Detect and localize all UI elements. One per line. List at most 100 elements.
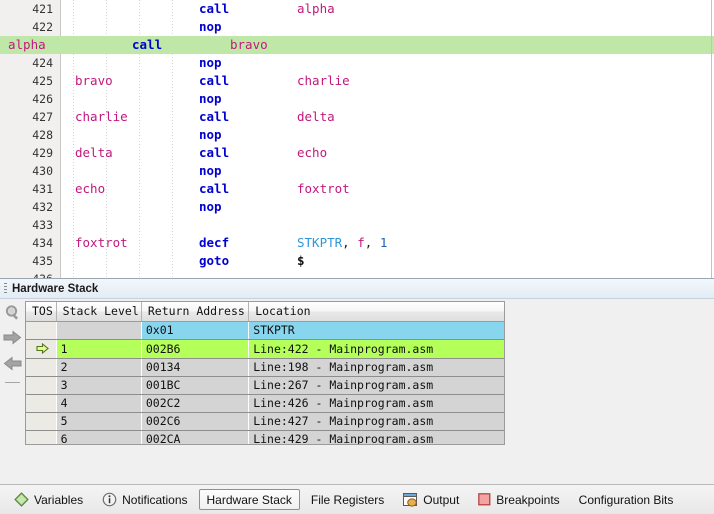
breakpoint-icon (478, 493, 491, 506)
code-line[interactable]: call alpha (67, 0, 714, 18)
cell-tos (26, 339, 57, 359)
code-operand: $ (297, 253, 305, 268)
right-margin-guide (711, 0, 712, 278)
panel-title: Hardware Stack (12, 282, 99, 295)
code-line[interactable]: foxtrot decf STKPTR, f, 1 (67, 234, 714, 252)
cell-tos (26, 394, 57, 413)
table-row[interactable]: 2 00134 Line:198 - Mainprogram.asm (26, 358, 504, 377)
code-mnemonic: nop (199, 127, 222, 142)
cell-location: Line:426 - Mainprogram.asm (248, 394, 504, 413)
code-line[interactable]: nop (67, 126, 714, 144)
table-row[interactable]: 4 002C2 Line:426 - Mainprogram.asm (26, 394, 504, 413)
hardware-stack-table[interactable]: TOS Stack Level Return Address Location … (26, 302, 504, 444)
code-mnemonic: nop (199, 163, 222, 178)
hardware-stack-titlebar[interactable]: Hardware Stack (0, 279, 714, 299)
code-mnemonic: nop (199, 19, 222, 34)
code-operand: delta (297, 109, 335, 124)
cell-location: STKPTR (248, 321, 504, 340)
column-header-return-address[interactable]: Return Address (141, 302, 250, 322)
ide-window: 421 422 424 425 426 427 428 429 430 431 432 433 434 4… (0, 0, 714, 514)
line-number: 421 (32, 2, 53, 16)
column-header-stack-level[interactable]: Stack Level (56, 302, 142, 322)
cell-tos (26, 412, 57, 431)
code-operand: bravo (230, 37, 268, 52)
code-label: delta (75, 145, 113, 160)
code-line[interactable]: goto $ (67, 252, 714, 270)
code-line[interactable]: nop (67, 162, 714, 180)
code-mnemonic: call (199, 1, 230, 16)
code-mnemonic: call (199, 73, 230, 88)
line-number: 436 (0, 270, 60, 278)
tab-breakpoints[interactable]: Breakpoints (470, 489, 567, 510)
cell-location: Line:429 - Mainprogram.asm (248, 430, 504, 444)
line-number: 433 (32, 218, 53, 232)
column-header-tos[interactable]: TOS (26, 302, 57, 322)
step-back-icon[interactable] (0, 351, 25, 377)
table-row[interactable]: 0x01 STKPTR (26, 321, 504, 340)
code-line[interactable]: nop (67, 18, 714, 36)
code-operand: charlie (297, 73, 350, 88)
cell-stack-level: 6 (56, 430, 142, 444)
hardware-stack-body: TOS Stack Level Return Address Location … (0, 299, 714, 449)
diamond-icon (14, 492, 29, 507)
code-line[interactable]: nop (67, 90, 714, 108)
info-circle-icon (102, 492, 117, 507)
tab-configuration-bits[interactable]: Configuration Bits (571, 489, 682, 510)
code-mnemonic: call (199, 109, 230, 124)
code-mnemonic: nop (199, 55, 222, 70)
cell-location: Line:198 - Mainprogram.asm (248, 358, 504, 377)
cell-stack-level: 2 (56, 358, 142, 377)
code-label: alpha (8, 37, 46, 52)
cell-return-address: 002C6 (141, 412, 249, 431)
code-line[interactable]: charlie call delta (67, 108, 714, 126)
tab-output[interactable]: Output (395, 489, 467, 510)
cell-stack-level (56, 321, 142, 340)
code-mnemonic: nop (199, 91, 222, 106)
tab-hardware-stack[interactable]: Hardware Stack (198, 489, 300, 510)
line-number: 422 (32, 20, 53, 34)
tab-notifications[interactable]: Notifications (94, 489, 195, 510)
code-line[interactable]: nop (67, 198, 714, 216)
code-mnemonic: goto (199, 253, 230, 268)
line-number: 429 (32, 146, 53, 160)
cell-return-address: 00134 (141, 358, 249, 377)
tab-label: File Registers (310, 492, 385, 507)
cell-return-address: 002CA (141, 430, 249, 444)
cell-return-address: 001BC (141, 376, 249, 395)
code-line[interactable] (67, 216, 714, 234)
line-number: 435 (32, 254, 53, 268)
drag-grip-icon[interactable] (4, 283, 7, 294)
table-row[interactable]: 1 002B6 Line:422 - Mainprogram.asm (26, 339, 504, 359)
code-lines[interactable]: call alpha nop alpha call bravo nop bravo call ch… (0, 0, 714, 278)
code-operand: alpha (297, 1, 335, 16)
code-line[interactable] (67, 270, 714, 278)
cell-location: Line:427 - Mainprogram.asm (248, 412, 504, 431)
code-line[interactable]: alpha call bravo (0, 36, 714, 54)
cell-return-address: 0x01 (141, 321, 249, 340)
code-line[interactable]: bravo call charlie (67, 72, 714, 90)
cell-tos (26, 358, 57, 377)
tab-label: Hardware Stack (206, 492, 292, 507)
table-row[interactable]: 6 002CA Line:429 - Mainprogram.asm (26, 430, 504, 444)
step-forward-icon[interactable] (0, 325, 25, 351)
tab-variables[interactable]: Variables (6, 489, 91, 510)
table-row[interactable]: 3 001BC Line:267 - Mainprogram.asm (26, 376, 504, 395)
table-row[interactable]: 5 002C6 Line:427 - Mainprogram.asm (26, 412, 504, 431)
line-number: 434 (32, 236, 53, 250)
hardware-stack-table-container[interactable]: TOS Stack Level Return Address Location … (25, 301, 505, 445)
source-editor[interactable]: 421 422 424 425 426 427 428 429 430 431 432 433 434 4… (0, 0, 714, 278)
code-line[interactable]: delta call echo (67, 144, 714, 162)
code-operand: STKPTR, f, 1 (297, 235, 388, 250)
hardware-stack-panel: Hardware Stack TOS Stack Level Return Ad… (0, 278, 714, 449)
code-line[interactable]: echo call foxtrot (67, 180, 714, 198)
line-number: 432 (32, 200, 53, 214)
code-label: bravo (75, 73, 113, 88)
hardware-stack-toolbar (0, 299, 25, 449)
code-mnemonic: nop (199, 199, 222, 214)
code-line[interactable]: nop (67, 54, 714, 72)
line-number: 424 (32, 56, 53, 70)
column-header-location[interactable]: Location (248, 302, 504, 322)
cell-location: Line:422 - Mainprogram.asm (248, 339, 504, 359)
find-icon[interactable] (0, 299, 25, 325)
tab-file-registers[interactable]: File Registers (303, 489, 392, 510)
